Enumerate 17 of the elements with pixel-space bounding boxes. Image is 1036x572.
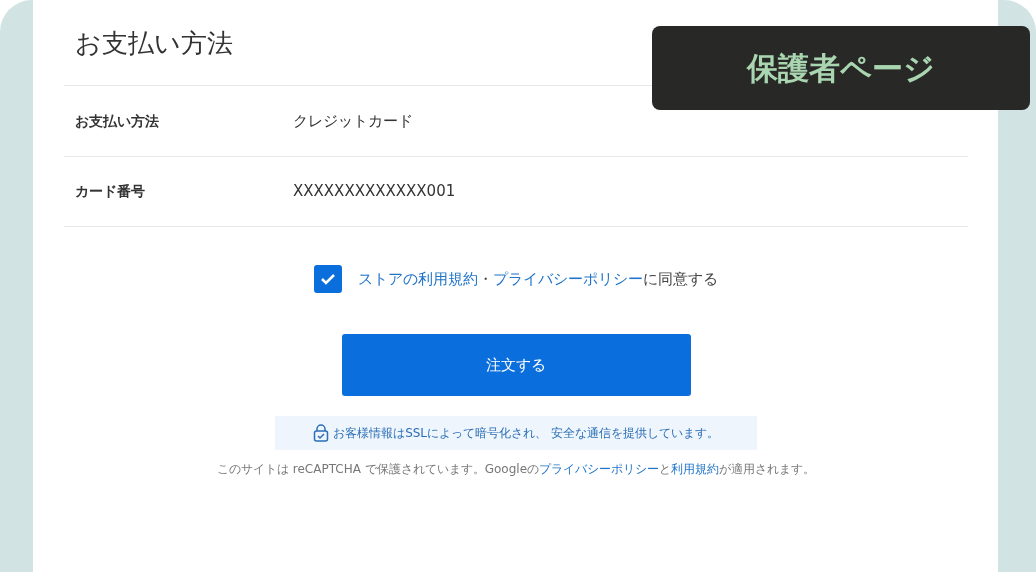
link[interactable]: ストアの利用規約 [358,269,478,288]
link[interactable]: プライバシーポリシー [493,269,643,288]
field-value: XXXXXXXXXXXXX001 [293,181,456,203]
checkbox[interactable] [314,265,342,293]
check-icon [320,273,336,285]
lock-icon [313,424,330,442]
recaptcha-text: このサイトは reCAPTCHA で保護されています。Googleのプライバシーポリシー と利用規約が適用されます。 [216,461,816,478]
page-label: 保護者ページ [652,26,1030,110]
link[interactable]: プライバシーポリシー [539,462,660,476]
security-text: お客様情報はSSLによって暗号化され、 安全な通信を提供しています。 [333,425,719,442]
link[interactable]: 利用規約 [671,462,720,476]
consent-text: ストアの利用規約・プライバシーポリシーに同意する [358,268,718,290]
field-label: カード番号 [75,182,146,201]
section-title: お支払い方法 [75,28,233,58]
order-button[interactable]: 注文する [341,334,691,396]
field-value: クレジットカード [293,110,413,132]
field-label: お支払い方法 [75,111,160,131]
